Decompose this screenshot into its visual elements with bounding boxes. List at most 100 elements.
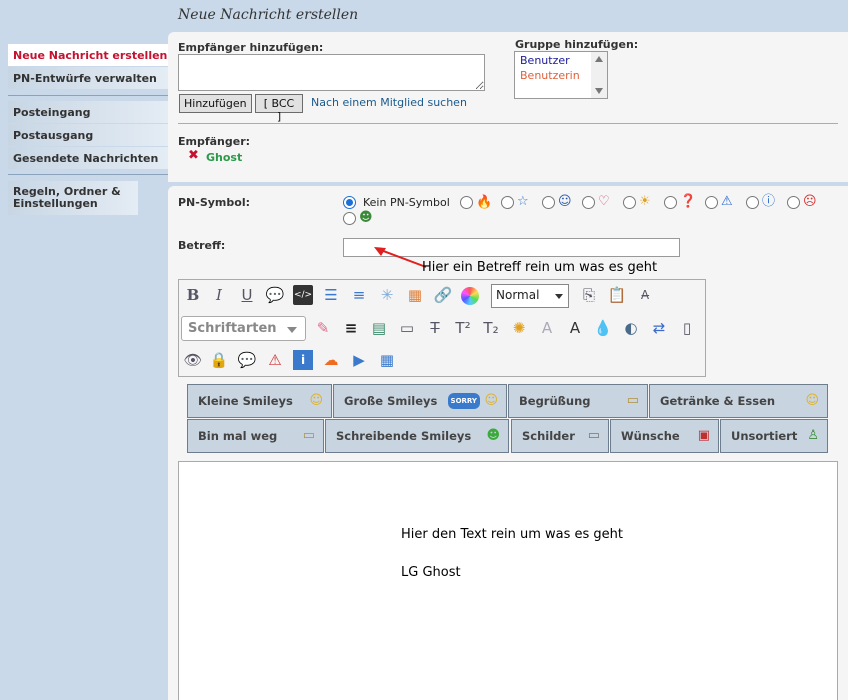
recipient-name[interactable]: Ghost xyxy=(206,151,242,164)
figure-icon: ♙ xyxy=(807,428,819,443)
underline-icon[interactable]: U xyxy=(237,285,257,305)
message-textarea[interactable] xyxy=(178,461,838,700)
sign-icon: ▭ xyxy=(587,428,600,443)
image-icon[interactable]: ▦ xyxy=(405,285,425,305)
search-member-link[interactable]: Nach einem Mitglied suchen xyxy=(311,96,467,109)
sidebar-item-new-message[interactable]: Neue Nachricht erstellen xyxy=(8,44,168,66)
tab-drinks-food[interactable]: Getränke & Essen ☺ xyxy=(649,384,828,418)
quote-icon[interactable]: 💬 xyxy=(265,285,285,305)
symbol-radio[interactable] xyxy=(343,212,356,225)
page-title: Neue Nachricht erstellen xyxy=(178,7,359,23)
angry-icon: ☹ xyxy=(803,194,817,209)
divider xyxy=(8,95,168,96)
symbol-radio[interactable] xyxy=(582,196,595,209)
sign-icon: ▭ xyxy=(302,428,315,443)
video-icon[interactable]: ▶ xyxy=(349,350,369,370)
format-select[interactable]: Normal xyxy=(491,284,569,308)
move-icon[interactable]: ⇄ xyxy=(649,318,669,338)
font-select[interactable]: Schriftarten xyxy=(181,316,306,341)
recipient-input[interactable] xyxy=(178,54,485,91)
sidebar-item-drafts[interactable]: PN-Entwürfe verwalten xyxy=(8,67,168,89)
bold-icon[interactable]: B xyxy=(183,285,203,305)
grin-icon: ☻ xyxy=(359,210,373,225)
symbol-radio[interactable] xyxy=(460,196,473,209)
lock-icon[interactable]: 🔒 xyxy=(209,350,229,370)
code-icon[interactable]: </> xyxy=(293,285,313,305)
heart-icon: ♡ xyxy=(598,194,610,209)
hide-icon[interactable]: 👁 xyxy=(183,350,203,370)
symbol-radio[interactable] xyxy=(664,196,677,209)
question-icon: ❓ xyxy=(680,194,697,209)
italic-icon[interactable]: I xyxy=(209,285,229,305)
symbol-radio[interactable] xyxy=(746,196,759,209)
scroll-down-icon[interactable] xyxy=(595,88,603,94)
copy-icon[interactable]: ⎘ xyxy=(579,285,599,305)
sidebar: Neue Nachricht erstellen PN-Entwürfe ver… xyxy=(0,0,168,700)
tab-unsorted[interactable]: Unsortiert ♙ xyxy=(720,419,828,453)
color-icon[interactable] xyxy=(461,287,479,305)
asterisk-icon[interactable]: ✳ xyxy=(377,285,397,305)
info-box-icon[interactable]: i xyxy=(293,350,313,370)
soundcloud-icon[interactable]: ☁ xyxy=(321,350,341,370)
add-button[interactable]: Hinzufügen xyxy=(179,94,252,113)
sidebar-item-label: Gesendete Nachrichten xyxy=(13,152,159,165)
tab-wishes[interactable]: Wünsche ▣ xyxy=(610,419,719,453)
table-icon[interactable]: ▤ xyxy=(369,318,389,338)
spoiler-icon[interactable]: ⚠ xyxy=(265,350,285,370)
align-center-icon[interactable]: ≡ xyxy=(341,318,361,338)
subscript-icon[interactable]: T₂ xyxy=(481,318,501,338)
no-symbol-radio[interactable] xyxy=(343,196,356,209)
group-option[interactable]: Benutzer xyxy=(520,54,570,67)
group-select[interactable]: Benutzer Benutzerin xyxy=(514,51,608,99)
shadow-icon[interactable]: A xyxy=(537,318,557,338)
paste-icon[interactable]: 📋 xyxy=(607,285,627,305)
contrast-icon[interactable]: ◐ xyxy=(621,318,641,338)
symbol-radio[interactable] xyxy=(542,196,555,209)
info-icon: ⓘ xyxy=(762,194,776,209)
outline-icon[interactable]: A xyxy=(565,318,585,338)
tab-greetings[interactable]: Begrüßung ▭ xyxy=(508,384,648,418)
tab-big-smileys[interactable]: Große Smileys SORRY ☺ xyxy=(333,384,507,418)
grid-icon[interactable]: ▦ xyxy=(377,350,397,370)
tab-signs[interactable]: Schilder ▭ xyxy=(511,419,609,453)
format-select-value: Normal xyxy=(496,288,540,302)
remove-icon[interactable]: ✖ xyxy=(188,149,199,163)
drop-icon[interactable]: 💧 xyxy=(593,318,613,338)
sidebar-item-label: Neue Nachricht erstellen xyxy=(13,49,168,62)
tab-label: Getränke & Essen xyxy=(660,394,776,408)
tab-writing-smileys[interactable]: Schreibende Smileys ☻ xyxy=(325,419,509,453)
box-icon[interactable]: ▭ xyxy=(397,318,417,338)
tab-away[interactable]: Bin mal weg ▭ xyxy=(187,419,324,453)
link-icon[interactable]: 🔗 xyxy=(433,285,453,305)
strikethrough-icon[interactable]: T xyxy=(425,318,445,338)
flame-icon: 🔥 xyxy=(476,195,493,210)
glow-icon[interactable]: ✺ xyxy=(509,318,529,338)
superscript-icon[interactable]: T² xyxy=(453,318,473,338)
sidebar-item-outbox[interactable]: Postausgang xyxy=(8,124,168,146)
sidebar-item-settings[interactable]: Regeln, Ordner & Einstellungen xyxy=(8,181,138,215)
sidebar-item-label: Regeln, Ordner & Einstellungen xyxy=(13,185,121,210)
tab-small-smileys[interactable]: Kleine Smileys ☺ xyxy=(187,384,332,418)
group-option[interactable]: Benutzerin xyxy=(520,69,580,82)
symbol-radio[interactable] xyxy=(501,196,514,209)
highlight-icon[interactable]: ✎ xyxy=(313,318,333,338)
page-icon[interactable]: ▯ xyxy=(677,318,697,338)
scroll-up-icon[interactable] xyxy=(595,56,603,62)
speech-icon[interactable]: 💬 xyxy=(237,350,257,370)
smiley-icon: ☺ xyxy=(558,194,572,209)
recipients-list-label: Empfänger: xyxy=(178,135,251,148)
bcc-button[interactable]: [ BCC ] xyxy=(255,94,303,123)
sign-icon: ▭ xyxy=(626,393,639,408)
message-line: LG Ghost xyxy=(401,565,461,580)
sidebar-item-sent[interactable]: Gesendete Nachrichten xyxy=(8,147,168,169)
symbol-radio[interactable] xyxy=(623,196,636,209)
symbol-radio[interactable] xyxy=(705,196,718,209)
arrow-annotation xyxy=(374,247,427,268)
numbered-list-icon[interactable]: ≡ xyxy=(349,285,369,305)
symbol-radio[interactable] xyxy=(787,196,800,209)
sidebar-item-inbox[interactable]: Posteingang xyxy=(8,101,168,123)
clear-format-icon[interactable]: A̶ xyxy=(635,285,655,305)
bullet-list-icon[interactable]: ☰ xyxy=(321,285,341,305)
smiley-icon: ☻ xyxy=(486,428,500,443)
scrollbar[interactable] xyxy=(591,52,607,98)
